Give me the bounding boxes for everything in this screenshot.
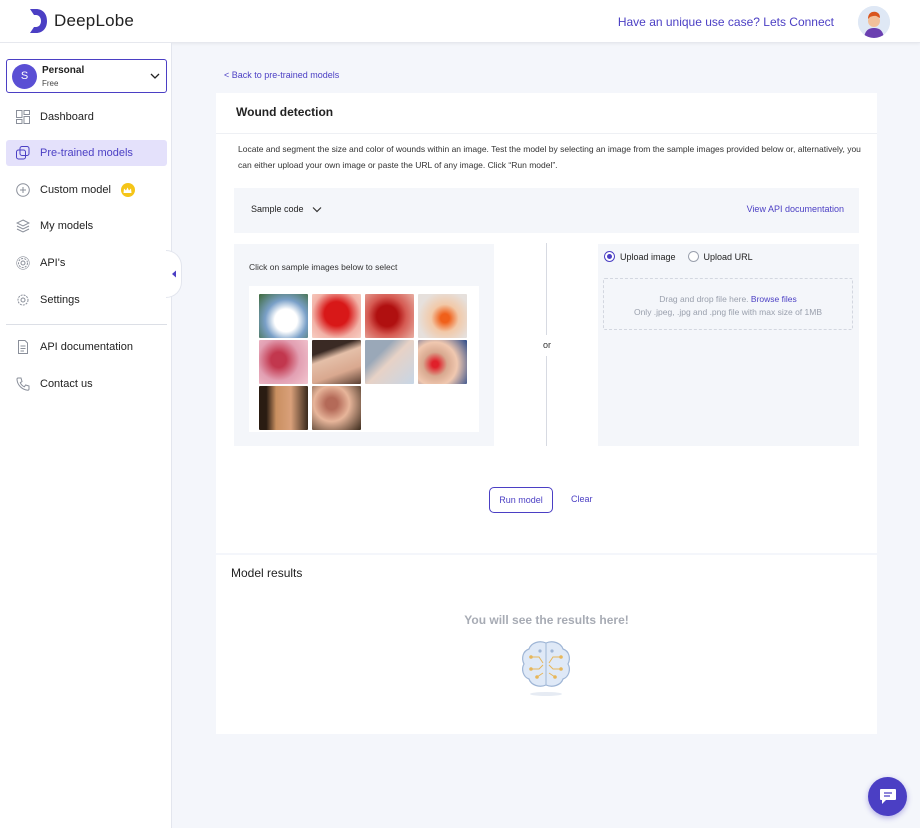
clear-button[interactable]: Clear: [571, 494, 593, 504]
file-drop-zone[interactable]: Drag and drop file here. Browse files On…: [603, 278, 853, 330]
results-title: Model results: [231, 566, 303, 580]
upload-url-label[interactable]: Upload URL: [704, 252, 753, 262]
sample-image-thumbnail[interactable]: [418, 294, 467, 338]
top-header: DeepLobe Have an unique use case? Lets C…: [0, 0, 920, 43]
sidebar-item-label: Dashboard: [40, 111, 94, 123]
model-card: Wound detection Locate and segment the s…: [216, 93, 877, 553]
sidebar: S Personal Free Dashboard Pre-trained mo…: [0, 43, 172, 828]
title-divider: [216, 133, 877, 134]
chat-bubble-icon: [879, 789, 896, 804]
drop-instructions: Drag and drop file here.: [659, 294, 749, 304]
sidebar-item-dashboard[interactable]: Dashboard: [6, 104, 167, 130]
sample-image-thumbnail[interactable]: [365, 340, 414, 384]
brand-name: DeepLobe: [54, 11, 135, 30]
sidebar-item-contact-us[interactable]: Contact us: [6, 371, 167, 397]
sample-image-thumbnail[interactable]: [312, 294, 361, 338]
back-to-pretrained-link[interactable]: < Back to pre-trained models: [224, 70, 339, 80]
sidebar-item-label: Pre-trained models: [40, 147, 133, 159]
sample-images-panel: Click on sample images below to select: [234, 244, 494, 446]
sample-code-toggle[interactable]: Sample code: [251, 204, 322, 214]
upload-mode-options: Upload image Upload URL: [604, 251, 765, 262]
or-separator-text: or: [542, 340, 551, 350]
chevron-down-icon: [150, 73, 160, 79]
or-divider-line: [546, 356, 547, 446]
workspace-name: Personal: [42, 65, 85, 76]
sample-code-bar: Sample code View API documentation: [234, 188, 859, 233]
sidebar-item-settings[interactable]: Settings: [6, 287, 167, 313]
sidebar-item-label: My models: [40, 220, 94, 232]
sidebar-item-label: Contact us: [40, 378, 93, 390]
upload-url-radio[interactable]: [687, 251, 699, 262]
run-model-button[interactable]: Run model: [489, 487, 553, 513]
caret-left-icon: [171, 270, 176, 278]
browse-files-link[interactable]: Browse files: [751, 294, 797, 304]
chevron-down-icon: [312, 206, 321, 212]
upload-image-radio[interactable]: [604, 251, 615, 262]
workspace-selector[interactable]: S Personal Free: [6, 59, 167, 93]
drop-zone-text: Drag and drop file here. Browse files: [604, 293, 852, 306]
sample-image-thumbnail[interactable]: [312, 386, 361, 430]
sidebar-item-pretrained-models[interactable]: Pre-trained models: [6, 140, 167, 166]
samples-hint: Click on sample images below to select: [249, 262, 398, 272]
upload-image-label[interactable]: Upload image: [620, 252, 676, 262]
chat-support-button[interactable]: [868, 777, 907, 816]
sample-image-grid: [249, 286, 479, 432]
results-empty-message: You will see the results here!: [464, 613, 629, 627]
view-api-documentation-link[interactable]: View API documentation: [747, 204, 844, 214]
gear-icon: [17, 294, 29, 306]
sidebar-collapse-toggle[interactable]: [166, 250, 182, 298]
api-gear-icon: [16, 256, 30, 270]
page-title: Wound detection: [236, 105, 334, 119]
sidebar-item-label: API's: [40, 257, 66, 269]
deeplobe-logo-icon: [30, 9, 47, 33]
document-icon: [18, 340, 28, 354]
workspace-plan: Free: [42, 79, 59, 88]
sample-image-thumbnail[interactable]: [259, 294, 308, 338]
sidebar-item-label: Custom model: [40, 184, 111, 196]
sample-image-thumbnail[interactable]: [312, 340, 361, 384]
upload-panel: Upload image Upload URL Drag and drop fi…: [598, 244, 859, 446]
sample-image-thumbnail[interactable]: [365, 294, 414, 338]
workspace-avatar: S: [12, 64, 37, 89]
layers-icon: [16, 219, 30, 233]
user-avatar-icon: [858, 6, 890, 38]
brand-logo[interactable]: DeepLobe: [28, 8, 134, 34]
brain-illustration-icon: [522, 641, 570, 696]
sidebar-item-my-models[interactable]: My models: [6, 213, 167, 239]
plus-circle-icon: [16, 183, 30, 197]
sidebar-item-label: API documentation: [40, 341, 133, 353]
sidebar-item-apis[interactable]: API's: [6, 250, 167, 276]
connect-link[interactable]: Have an unique use case? Lets Connect: [618, 15, 834, 29]
sample-image-thumbnail[interactable]: [259, 386, 308, 430]
or-divider-line: [546, 243, 547, 335]
model-results-card: Model results You will see the results h…: [216, 555, 877, 734]
sample-image-thumbnail[interactable]: [259, 340, 308, 384]
sidebar-item-custom-model[interactable]: Custom model: [6, 177, 167, 203]
premium-crown-icon: [120, 183, 135, 197]
sidebar-divider: [6, 324, 167, 325]
phone-icon: [16, 377, 30, 391]
model-description: Locate and segment the size and color of…: [238, 144, 861, 170]
sidebar-item-api-documentation[interactable]: API documentation: [6, 334, 167, 360]
sample-code-label: Sample code: [251, 204, 304, 214]
pretrained-models-icon: [16, 146, 30, 160]
user-avatar[interactable]: [858, 6, 890, 38]
dashboard-icon: [16, 110, 30, 124]
sidebar-item-label: Settings: [40, 294, 80, 306]
sample-image-thumbnail[interactable]: [418, 340, 467, 384]
file-constraint-text: Only .jpeg, .jpg and .png file with max …: [633, 307, 823, 317]
